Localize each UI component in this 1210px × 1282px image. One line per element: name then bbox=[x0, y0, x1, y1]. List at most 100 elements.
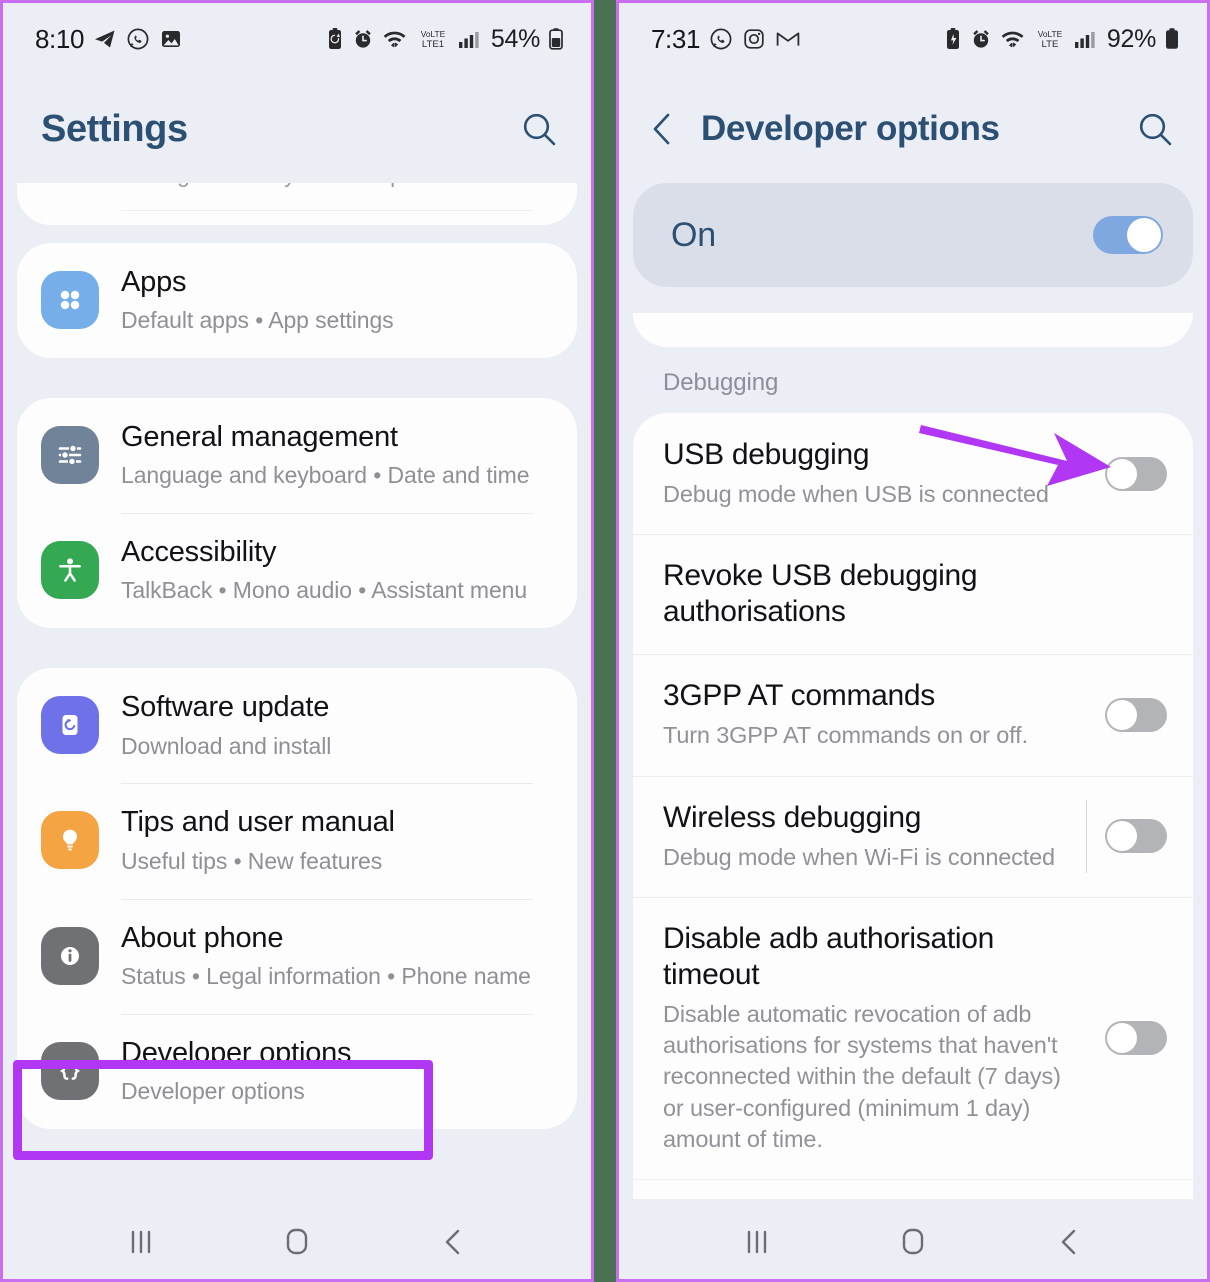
svg-text:LTE1: LTE1 bbox=[422, 39, 444, 50]
left-status-right: VoLTE LTE1 54% bbox=[325, 25, 565, 54]
list-item-developer-options[interactable]: Developer options Developer options bbox=[17, 1013, 577, 1129]
left-app-bar: Settings bbox=[3, 75, 591, 183]
developer-options-texts: Developer options Developer options bbox=[121, 1036, 551, 1107]
clipped-row-above: y g p bbox=[633, 313, 1193, 347]
battery-percent-label: 92% bbox=[1106, 24, 1156, 53]
signal-bars-icon bbox=[1073, 27, 1097, 51]
status-time: 8:10 bbox=[35, 23, 85, 54]
battery-percent-label: 54% bbox=[490, 24, 540, 53]
list-item-subtitle: Useful tips • New features bbox=[121, 847, 383, 874]
apps-card: Apps Default apps • App settings bbox=[17, 243, 577, 359]
home-icon[interactable] bbox=[262, 1212, 332, 1272]
svg-text:VoLTE: VoLTE bbox=[421, 29, 446, 39]
list-item-title: Accessibility bbox=[121, 536, 277, 569]
page-title: Developer options bbox=[701, 109, 1000, 148]
setting-row-usb-debugging[interactable]: USB debugging Debug mode when USB is con… bbox=[633, 413, 1193, 534]
gmail-icon bbox=[775, 27, 801, 51]
list-item-general-management[interactable]: General management Language and keyboard… bbox=[17, 398, 577, 513]
three-gpp-at-commands-toggle[interactable] bbox=[1105, 697, 1167, 732]
battery-icon bbox=[547, 27, 565, 51]
telegram-icon bbox=[93, 27, 117, 51]
toggle-knob bbox=[1127, 218, 1161, 252]
setting-row-revoke-usb-debugging-authorisations[interactable]: Revoke USB debugging authorisations bbox=[633, 534, 1193, 654]
clipped-row-ghost-text: g y p bbox=[177, 183, 447, 188]
list-item-about-phone[interactable]: About phone Status • Legal information •… bbox=[17, 898, 577, 1014]
list-item-accessibility[interactable]: Accessibility TalkBack • Mono audio • As… bbox=[17, 513, 577, 628]
whatsapp-icon bbox=[126, 27, 150, 51]
back-icon[interactable] bbox=[418, 1212, 488, 1272]
revoke-texts: Revoke USB debugging authorisations bbox=[663, 558, 1167, 630]
instagram-icon bbox=[742, 27, 766, 51]
list-item-software-update[interactable]: Software update Download and install bbox=[17, 668, 577, 783]
back-icon[interactable] bbox=[1034, 1212, 1104, 1272]
svg-text:LTE: LTE bbox=[1041, 39, 1058, 50]
accessibility-texts: Accessibility TalkBack • Mono audio • As… bbox=[121, 535, 551, 606]
list-item-title: Developer options bbox=[121, 1036, 352, 1069]
list-item-apps[interactable]: Apps Default apps • App settings bbox=[17, 243, 577, 358]
adb-timeout-texts: Disable adb authorisation timeout Disabl… bbox=[663, 921, 1105, 1155]
toggle-knob bbox=[1107, 699, 1137, 730]
setting-row-wireless-debugging[interactable]: Wireless debugging Debug mode when Wi-Fi… bbox=[633, 775, 1193, 897]
setting-title: 3GPP AT commands bbox=[663, 679, 935, 713]
usb-debugging-toggle[interactable] bbox=[1105, 456, 1167, 491]
left-settings-list[interactable]: g y p Apps Default apps • App settings bbox=[3, 183, 591, 1199]
disable-adb-timeout-toggle[interactable] bbox=[1105, 1020, 1167, 1055]
software-update-texts: Software update Download and install bbox=[121, 690, 551, 761]
three-gpp-texts: 3GPP AT commands Turn 3GPP AT commands o… bbox=[663, 678, 1105, 751]
master-switch-row[interactable]: On bbox=[633, 183, 1193, 287]
clipped-row-ghost-text: y g p bbox=[661, 313, 998, 315]
wireless-debugging-toggle[interactable] bbox=[1105, 819, 1167, 854]
list-item-title: General management bbox=[121, 421, 398, 454]
left-status-bar: 8:10 VoLTE LTE1 54% bbox=[3, 3, 591, 75]
list-item-title: About phone bbox=[121, 921, 284, 954]
setting-title: USB debugging bbox=[663, 438, 870, 471]
developer-options-list[interactable]: On y g p Debugging USB debugging Debug m… bbox=[619, 183, 1207, 1199]
system-card: Software update Download and install Tip… bbox=[17, 668, 577, 1129]
status-time: 7:31 bbox=[651, 23, 701, 54]
battery-saver-icon bbox=[325, 27, 345, 51]
recents-icon[interactable] bbox=[722, 1212, 792, 1272]
apps-texts: Apps Default apps • App settings bbox=[121, 265, 551, 336]
setting-subtitle: Debug mode when USB is connected bbox=[663, 481, 1049, 507]
left-phone-screenshot: 8:10 VoLTE LTE1 54% Settings Apps Defaul… bbox=[0, 0, 594, 1282]
toggle-knob bbox=[1107, 458, 1137, 489]
right-app-bar: Developer options bbox=[619, 75, 1207, 183]
section-header-debugging: Debugging bbox=[663, 369, 779, 396]
general-accessibility-card: General management Language and keyboard… bbox=[17, 398, 577, 629]
signal-bars-icon bbox=[457, 27, 481, 51]
recents-icon[interactable] bbox=[106, 1212, 176, 1272]
setting-row-3gpp-at-commands[interactable]: 3GPP AT commands Turn 3GPP AT commands o… bbox=[633, 654, 1193, 775]
list-item-subtitle: Status • Legal information • Phone name bbox=[121, 962, 531, 989]
back-chevron-icon[interactable] bbox=[641, 107, 685, 151]
master-switch-toggle[interactable] bbox=[1093, 216, 1163, 254]
battery-icon bbox=[1163, 27, 1181, 51]
search-icon[interactable] bbox=[515, 105, 563, 153]
setting-row-bug-report-shortcut[interactable]: Bug report shortcut bbox=[633, 1179, 1193, 1199]
lightbulb-icon bbox=[41, 811, 99, 870]
alarm-icon bbox=[970, 27, 992, 51]
accessibility-person-icon bbox=[41, 541, 99, 600]
right-status-left: 7:31 bbox=[651, 24, 801, 55]
wifi-icon bbox=[999, 27, 1027, 51]
setting-title: Revoke USB debugging authorisations bbox=[663, 559, 978, 629]
list-item-tips-and-user-manual[interactable]: Tips and user manual Useful tips • New f… bbox=[17, 783, 577, 898]
alarm-icon bbox=[352, 27, 374, 51]
setting-subtitle: Turn 3GPP AT commands on or off. bbox=[663, 722, 1028, 749]
info-circle-icon bbox=[41, 926, 99, 985]
setting-title: Wireless debugging bbox=[663, 800, 922, 834]
search-icon[interactable] bbox=[1131, 105, 1179, 153]
page-title: Settings bbox=[41, 107, 188, 150]
sliders-icon bbox=[41, 426, 99, 485]
photos-icon bbox=[159, 27, 183, 51]
usb-debugging-texts: USB debugging Debug mode when USB is con… bbox=[663, 437, 1105, 510]
setting-row-disable-adb-authorisation-timeout[interactable]: Disable adb authorisation timeout Disabl… bbox=[633, 896, 1193, 1179]
list-item-title: Apps bbox=[121, 266, 187, 298]
list-item-subtitle: TalkBack • Mono audio • Assistant menu bbox=[121, 577, 528, 604]
about-phone-texts: About phone Status • Legal information •… bbox=[121, 921, 551, 992]
row-vertical-divider bbox=[1086, 799, 1087, 873]
volte-icon: VoLTE LTE1 bbox=[416, 27, 450, 51]
home-icon[interactable] bbox=[878, 1212, 948, 1272]
list-item-subtitle: Developer options bbox=[121, 1077, 305, 1104]
volte-icon: VoLTE LTE bbox=[1034, 27, 1066, 51]
clipped-row-above: g y p bbox=[17, 183, 577, 225]
